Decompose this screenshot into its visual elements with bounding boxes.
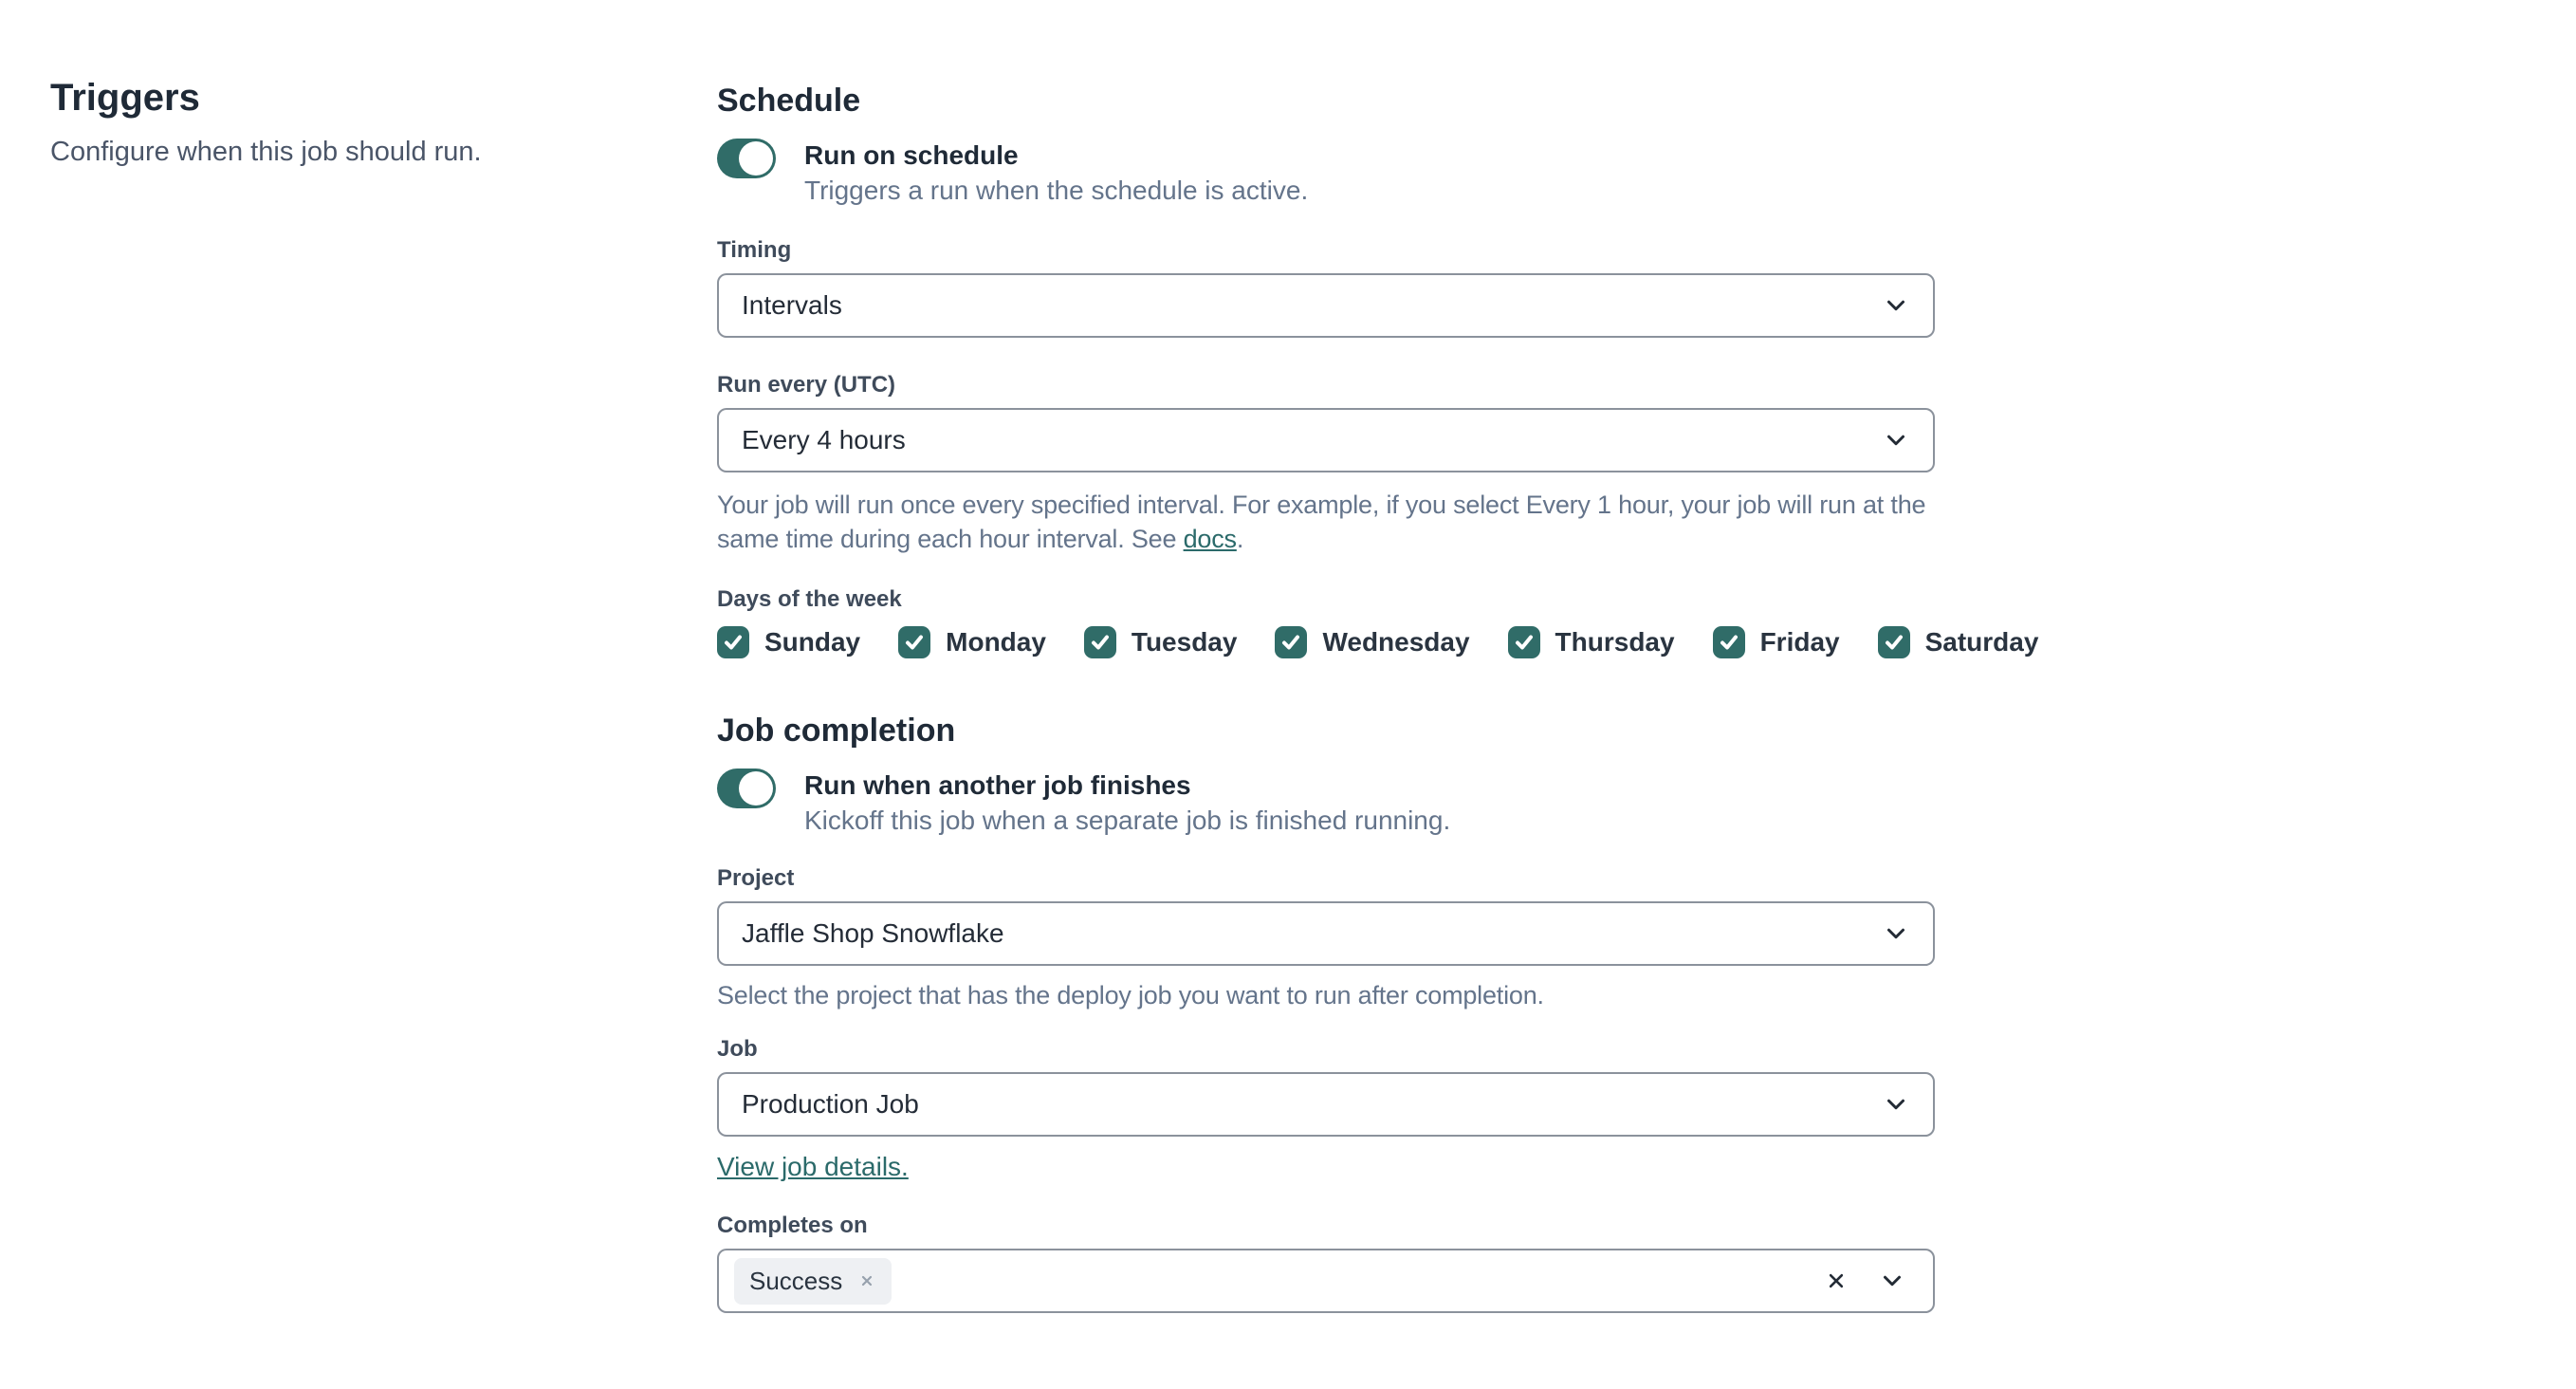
success-tag-label: Success (749, 1266, 843, 1295)
checkbox-checked-icon (1877, 626, 1910, 658)
run-when-another-job-finishes-row: Run when another job finishes Kickoff th… (717, 769, 1935, 835)
help-text-period: . (1236, 525, 1244, 553)
toggle-knob (739, 141, 773, 176)
toggle-knob (739, 771, 773, 806)
days-of-week-label: Days of the week (717, 586, 902, 612)
page-subtitle: Configure when this job should run. (50, 137, 482, 167)
success-tag: Success (734, 1257, 892, 1305)
checkbox-checked-icon (1507, 626, 1540, 658)
run-every-select[interactable]: Every 4 hours (717, 408, 1935, 472)
run-every-label: Run every (UTC) (717, 372, 896, 398)
run-on-schedule-row: Run on schedule Triggers a run when the … (717, 139, 1935, 205)
run-on-schedule-toggle[interactable] (717, 139, 776, 178)
day-checkbox-monday[interactable]: Monday (898, 626, 1046, 658)
docs-link[interactable]: docs (1184, 525, 1237, 553)
day-checkbox-tuesday[interactable]: Tuesday (1083, 626, 1237, 658)
timing-label: Timing (717, 237, 792, 263)
checkbox-checked-icon (1712, 626, 1745, 658)
chevron-down-icon (1887, 435, 1904, 446)
day-checkbox-thursday[interactable]: Thursday (1507, 626, 1675, 658)
checkbox-checked-icon (717, 626, 749, 658)
run-when-another-job-finishes-description: Kickoff this job when a separate job is … (804, 806, 1451, 835)
day-checkbox-sunday[interactable]: Sunday (717, 626, 860, 658)
checkbox-checked-icon (1275, 626, 1308, 658)
triggers-form: Schedule Run on schedule Triggers a run … (717, 82, 2038, 1313)
project-label: Project (717, 865, 795, 891)
project-select-value: Jaffle Shop Snowflake (742, 918, 1004, 948)
completes-on-multiselect[interactable]: Success (717, 1249, 1935, 1313)
project-help: Select the project that has the deploy j… (717, 981, 1544, 1009)
run-when-another-job-finishes-toggle[interactable] (717, 769, 776, 808)
run-when-another-job-finishes-label: Run when another job finishes (804, 770, 1191, 800)
section-heading-schedule: Schedule (717, 83, 861, 119)
checkbox-checked-icon (1083, 626, 1116, 658)
days-of-week-row: Sunday Monday Tuesday Wednesday Thursday… (717, 626, 2038, 658)
timing-select-value: Intervals (742, 290, 842, 320)
checkbox-checked-icon (898, 626, 931, 658)
project-select[interactable]: Jaffle Shop Snowflake (717, 901, 1935, 966)
job-select[interactable]: Production Job (717, 1072, 1935, 1137)
run-on-schedule-label: Run on schedule (804, 140, 1019, 170)
help-text: Your job will run once every specified i… (717, 491, 1926, 553)
view-job-details-link[interactable]: View job details. (717, 1152, 909, 1181)
clear-all-icon[interactable] (1823, 1268, 1849, 1294)
page-title: Triggers (50, 77, 200, 119)
day-checkbox-saturday[interactable]: Saturday (1877, 626, 2038, 658)
triggers-header: Triggers Configure when this job should … (50, 76, 638, 171)
chevron-down-icon (1887, 928, 1904, 939)
day-checkbox-wednesday[interactable]: Wednesday (1275, 626, 1470, 658)
remove-tag-icon[interactable] (857, 1271, 876, 1290)
completes-on-label: Completes on (717, 1213, 868, 1238)
run-every-help: Your job will run once every specified i… (717, 488, 1935, 556)
run-on-schedule-description: Triggers a run when the schedule is acti… (804, 176, 1309, 205)
chevron-down-icon (1887, 1099, 1904, 1110)
job-select-value: Production Job (742, 1089, 919, 1119)
day-checkbox-friday[interactable]: Friday (1712, 626, 1840, 658)
chevron-down-icon (1887, 300, 1904, 311)
job-label: Job (717, 1036, 758, 1062)
chevron-down-icon[interactable] (1878, 1267, 1906, 1295)
timing-select[interactable]: Intervals (717, 273, 1935, 338)
run-every-select-value: Every 4 hours (742, 425, 906, 454)
section-heading-job-completion: Job completion (717, 713, 956, 749)
